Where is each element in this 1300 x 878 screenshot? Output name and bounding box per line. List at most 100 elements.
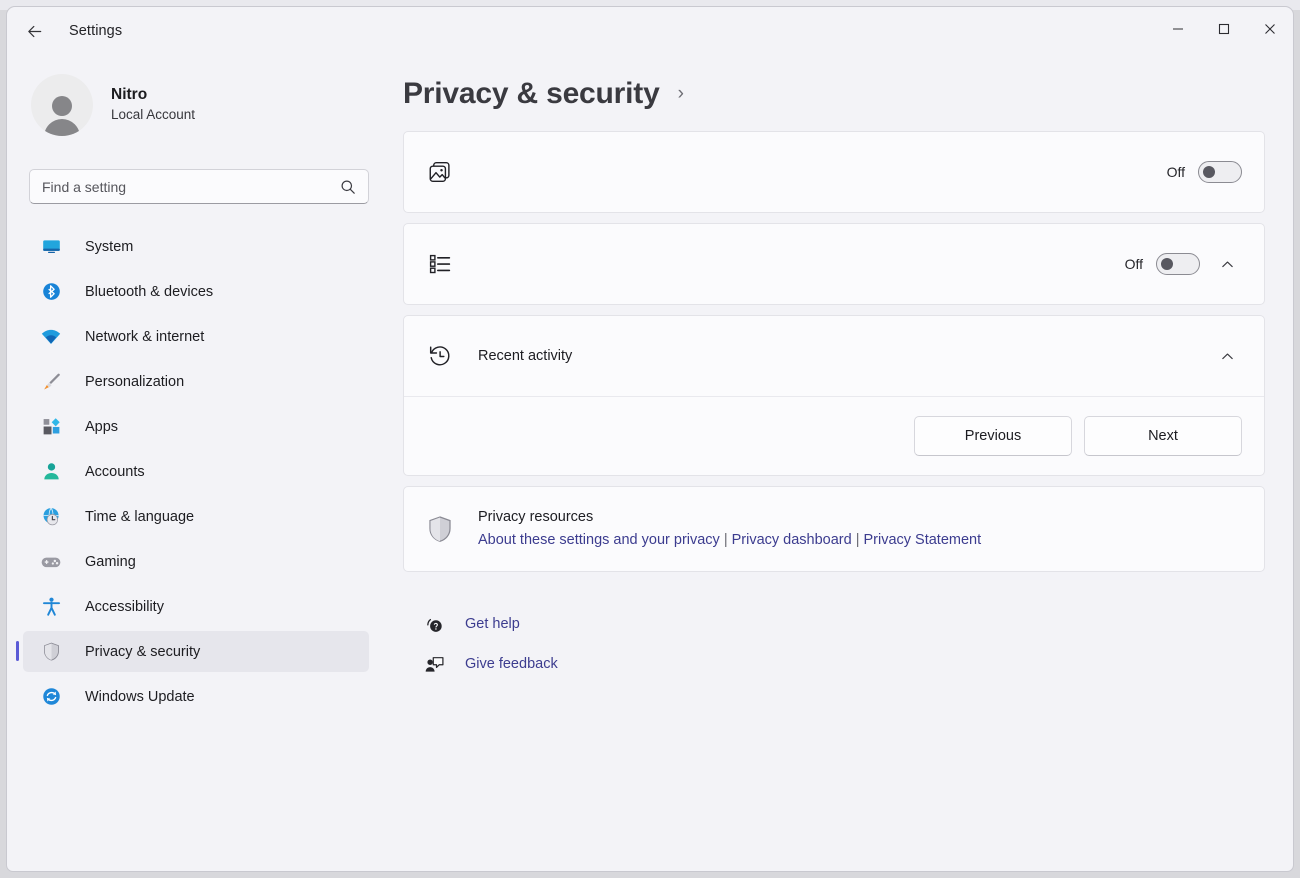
titlebar: Settings [7, 7, 1293, 55]
sidebar-item-label: Time & language [85, 509, 194, 525]
sidebar-item-bluetooth-devices[interactable]: Bluetooth & devices [23, 271, 369, 312]
setting-toggle-list[interactable] [1156, 253, 1200, 275]
sidebar-nav: System Bluetooth & devices [7, 226, 385, 717]
toggle-knob [1161, 258, 1173, 270]
sidebar-item-apps[interactable]: Apps [23, 406, 369, 447]
maximize-icon [1218, 23, 1230, 35]
settings-cards: Off [385, 111, 1293, 684]
toggle-state-label: Off [1125, 256, 1143, 272]
recent-activity-card: Recent activity Previous Next [403, 315, 1265, 476]
get-help-link[interactable]: Get help [411, 604, 520, 644]
give-feedback-link[interactable]: Give feedback [411, 644, 558, 684]
refresh-circle-icon [39, 685, 63, 709]
privacy-resources-card: Privacy resources About these settings a… [403, 486, 1265, 572]
toggle-group: Off [1167, 161, 1242, 183]
sidebar-item-privacy-security[interactable]: Privacy & security [23, 631, 369, 672]
titlebar-title: Settings [69, 23, 122, 39]
page-title: Privacy & security [403, 77, 660, 111]
window-controls [1155, 7, 1293, 51]
sidebar-item-system[interactable]: System [23, 226, 369, 267]
recent-activity-header[interactable]: Recent activity [404, 316, 1264, 396]
toggle-group: Off [1125, 253, 1200, 275]
maximize-button[interactable] [1201, 7, 1247, 51]
search-input[interactable] [42, 179, 340, 195]
help-question-icon [421, 611, 447, 637]
sidebar: Nitro Local Account [7, 55, 385, 871]
photos-stack-icon [424, 156, 456, 188]
footer-links: Get help Give feedback [403, 582, 1265, 684]
next-button[interactable]: Next [1084, 416, 1242, 456]
link-privacy-statement[interactable]: Privacy Statement [863, 532, 981, 548]
shield-icon [39, 640, 63, 664]
main-content: Privacy & security › [385, 55, 1293, 871]
close-button[interactable] [1247, 7, 1293, 51]
bluetooth-icon [39, 280, 63, 304]
minimize-button[interactable] [1155, 7, 1201, 51]
sidebar-item-accounts[interactable]: Accounts [23, 451, 369, 492]
chevron-up-icon [1220, 257, 1235, 272]
sidebar-item-label: Personalization [85, 374, 184, 390]
sidebar-item-gaming[interactable]: Gaming [23, 541, 369, 582]
toggle-knob [1203, 166, 1215, 178]
privacy-resources-title: Privacy resources [478, 506, 981, 528]
chevron-up-icon [1220, 349, 1235, 364]
sidebar-item-label: Accessibility [85, 599, 164, 615]
person-icon [39, 460, 63, 484]
sidebar-item-time-language[interactable]: Time & language [23, 496, 369, 537]
link-about-settings-privacy[interactable]: About these settings and your privacy [478, 532, 720, 548]
back-button[interactable] [17, 14, 51, 48]
setting-row[interactable]: Off [404, 224, 1264, 304]
setting-row[interactable]: Off [404, 132, 1264, 212]
gamepad-icon [39, 550, 63, 574]
search-box[interactable] [29, 169, 369, 204]
breadcrumb: Privacy & security › [385, 55, 1293, 111]
arrow-left-icon [25, 22, 44, 41]
sidebar-item-label: Network & internet [85, 329, 204, 345]
link-privacy-dashboard[interactable]: Privacy dashboard [732, 532, 852, 548]
account-name: Nitro [111, 85, 195, 106]
sidebar-item-personalization[interactable]: Personalization [23, 361, 369, 402]
give-feedback-label: Give feedback [465, 656, 558, 672]
globe-clock-icon [39, 505, 63, 529]
feedback-person-icon [421, 651, 447, 677]
chevron-right-icon: › [678, 83, 684, 105]
history-clock-icon [424, 340, 456, 372]
shield-icon [424, 513, 456, 545]
monitor-icon [39, 235, 63, 259]
search-wrap [29, 169, 363, 204]
setting-card-list: Off [403, 223, 1265, 305]
sidebar-item-label: System [85, 239, 133, 255]
sidebar-item-label: Accounts [85, 464, 145, 480]
link-separator: | [724, 532, 728, 548]
setting-toggle-photos[interactable] [1198, 161, 1242, 183]
checklist-icon [424, 248, 456, 280]
minimize-icon [1172, 23, 1184, 35]
wifi-icon [39, 325, 63, 349]
avatar [31, 74, 93, 136]
privacy-resources-links: About these settings and your privacy|Pr… [478, 529, 981, 552]
accessibility-icon [39, 595, 63, 619]
previous-button[interactable]: Previous [914, 416, 1072, 456]
paintbrush-icon [39, 370, 63, 394]
sidebar-item-label: Windows Update [85, 689, 195, 705]
account-subtitle: Local Account [111, 106, 195, 125]
account-block[interactable]: Nitro Local Account [7, 55, 385, 141]
settings-window: Settings [6, 6, 1294, 872]
close-icon [1264, 23, 1276, 35]
sidebar-item-network-internet[interactable]: Network & internet [23, 316, 369, 357]
privacy-resources-text: Privacy resources About these settings a… [478, 506, 981, 552]
recent-activity-label: Recent activity [478, 348, 1200, 364]
privacy-resources-row: Privacy resources About these settings a… [404, 487, 1264, 571]
setting-card-photos: Off [403, 131, 1265, 213]
toggle-state-label: Off [1167, 164, 1185, 180]
sidebar-item-label: Privacy & security [85, 644, 200, 660]
sidebar-item-windows-update[interactable]: Windows Update [23, 676, 369, 717]
expander-button-list[interactable] [1212, 249, 1242, 279]
get-help-label: Get help [465, 616, 520, 632]
link-separator: | [856, 532, 860, 548]
account-text: Nitro Local Account [111, 85, 195, 125]
sidebar-item-label: Bluetooth & devices [85, 284, 213, 300]
sidebar-item-accessibility[interactable]: Accessibility [23, 586, 369, 627]
person-avatar-icon [42, 94, 82, 136]
expander-button-recent-activity[interactable] [1212, 341, 1242, 371]
